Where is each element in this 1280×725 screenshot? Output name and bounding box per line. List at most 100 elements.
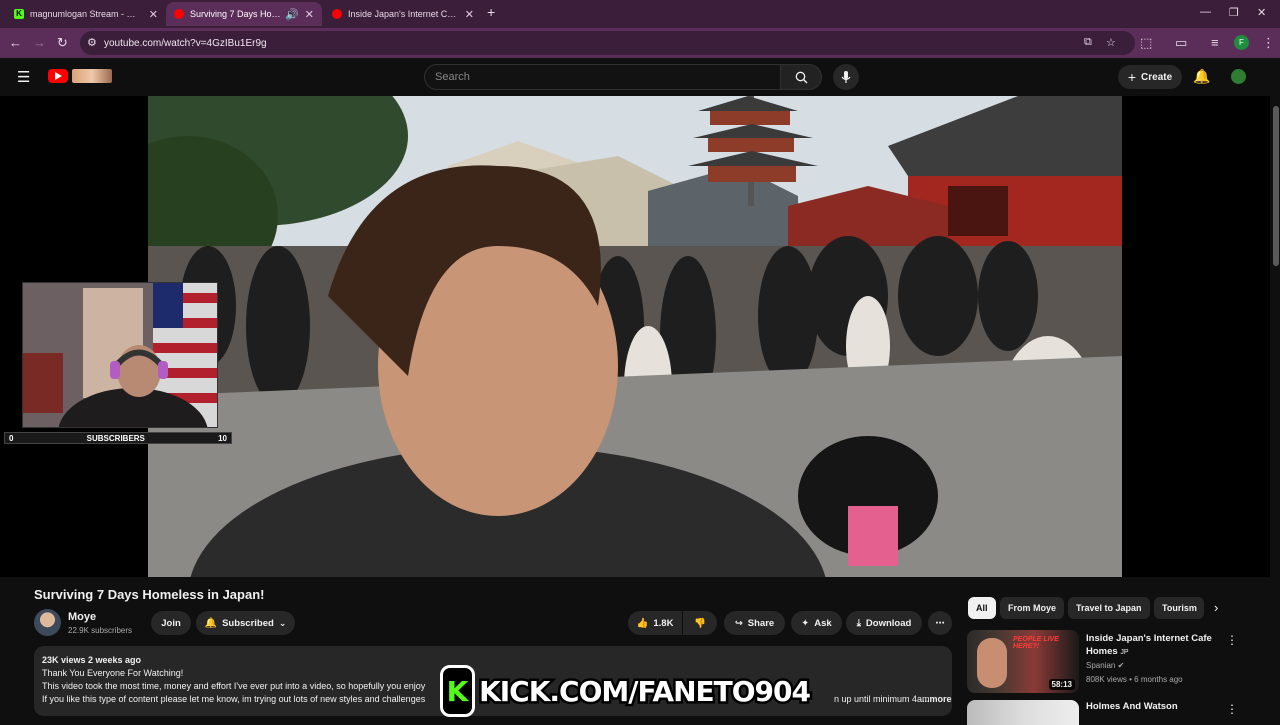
video-title: Surviving 7 Days Homeless in Japan!: [34, 587, 265, 602]
youtube-header: ☰ Search + Create 🔔: [0, 58, 1280, 96]
tab-title: Surviving 7 Days Homeless: [190, 9, 281, 19]
install-icon[interactable]: ⧉: [1084, 36, 1092, 49]
channel-name[interactable]: Moye: [68, 611, 96, 623]
share-label: Share: [747, 617, 775, 629]
chip-tourism[interactable]: Tourism: [1154, 597, 1204, 619]
recommended-video-title[interactable]: Inside Japan's Internet Cafe Homes JP: [1086, 632, 1216, 659]
account-avatar[interactable]: [1231, 69, 1246, 84]
streamer-webcam-overlay: [22, 282, 218, 428]
bell-icon: 🔔: [204, 617, 218, 629]
kick-favicon-icon: K: [14, 9, 24, 19]
browser-tab-bar: K magnumlogan Stream - Watch ✕ Surviving…: [0, 0, 1280, 28]
chevron-down-icon: ⌄: [278, 617, 287, 628]
like-button[interactable]: 👍 1.8K: [628, 611, 682, 635]
create-button[interactable]: + Create: [1118, 65, 1182, 89]
profile-avatar[interactable]: F: [1234, 35, 1249, 50]
create-label: Create: [1141, 71, 1173, 83]
subscriber-goal-bar: 0 SUBSCRIBERS 10: [4, 432, 232, 444]
minimize-icon[interactable]: —: [1200, 6, 1211, 18]
like-count: 1.8K: [653, 617, 674, 629]
more-horizontal-icon: ⋯: [935, 617, 945, 629]
restore-icon[interactable]: ❐: [1229, 6, 1239, 19]
recommended-channel[interactable]: Spanian ✔: [1086, 661, 1124, 670]
tab-title: Inside Japan's Internet Cafe Ho: [348, 9, 459, 19]
description-line-tail: n up until minimum 4am: [834, 694, 930, 704]
search-button[interactable]: [780, 64, 822, 90]
video-menu-icon[interactable]: ⋮: [1226, 633, 1238, 647]
channel-avatar[interactable]: [34, 609, 61, 636]
subscribed-label: Subscribed: [222, 617, 274, 629]
video-player[interactable]: 0 SUBSCRIBERS 10: [0, 96, 1270, 577]
browser-toolbar: ← → ↻ ⚙ youtube.com/watch?v=4GzIBu1Er9g …: [0, 28, 1280, 58]
more-actions-button[interactable]: ⋯: [928, 611, 952, 635]
recommended-meta: 808K views • 6 months ago: [1086, 675, 1183, 684]
search-icon: [795, 71, 807, 83]
description-line: If you like this type of content please …: [42, 694, 426, 704]
scrollbar-thumb[interactable]: [1273, 106, 1279, 266]
dislike-button[interactable]: 👎: [683, 611, 717, 635]
chip-travel-to-japan[interactable]: Travel to Japan: [1068, 597, 1150, 619]
page-scrollbar[interactable]: [1272, 96, 1280, 720]
kick-url-overlay: K KICK.COM/FANETO904: [440, 664, 813, 718]
search-input[interactable]: Search: [424, 64, 781, 90]
thumbs-down-icon: 👎: [694, 617, 706, 629]
youtube-favicon-icon: [332, 9, 342, 19]
cast-icon[interactable]: ▭: [1175, 35, 1187, 51]
kick-logo-icon: K: [440, 665, 476, 717]
browser-menu-icon[interactable]: ⋮: [1262, 35, 1275, 51]
more-link[interactable]: ...more: [922, 693, 952, 706]
new-tab-button[interactable]: +: [487, 4, 495, 20]
search-placeholder: Search: [435, 71, 470, 83]
browser-tab-surviving[interactable]: Surviving 7 Days Homeless 🔊 ✕: [166, 2, 322, 26]
close-window-icon[interactable]: ✕: [1257, 6, 1266, 19]
channel-subscribers: 22.9K subscribers: [68, 626, 133, 635]
youtube-logo-icon[interactable]: [48, 69, 68, 83]
verified-icon: ✔: [1117, 661, 1125, 670]
doodle-logo-icon[interactable]: [72, 69, 112, 83]
back-icon[interactable]: ←: [9, 35, 22, 50]
video-thumbnail[interactable]: [967, 700, 1079, 725]
video-frame[interactable]: [148, 96, 1122, 577]
title-badge: JP: [1120, 649, 1129, 656]
subs-goal-end: 10: [218, 433, 227, 443]
join-button[interactable]: Join: [151, 611, 191, 635]
youtube-favicon-icon: [174, 9, 184, 19]
share-button[interactable]: ↪ Share: [724, 611, 785, 635]
address-bar[interactable]: ⚙ youtube.com/watch?v=4GzIBu1Er9g ⧉ ☆: [80, 31, 1135, 55]
close-tab-icon[interactable]: ✕: [465, 8, 474, 21]
hamburger-menu-icon[interactable]: ☰: [17, 68, 30, 86]
browser-tab-inside-japan[interactable]: Inside Japan's Internet Cafe Ho ✕: [324, 2, 482, 26]
chevron-right-icon[interactable]: ›: [1214, 600, 1218, 615]
plus-icon: +: [1127, 69, 1137, 85]
address-url: youtube.com/watch?v=4GzIBu1Er9g: [104, 37, 267, 49]
video-menu-icon[interactable]: ⋮: [1226, 702, 1238, 716]
chip-from-moye[interactable]: From Moye: [1000, 597, 1065, 619]
webcam-image: [23, 283, 217, 427]
browser-tab-kick[interactable]: K magnumlogan Stream - Watch ✕: [6, 2, 166, 26]
recommended-title-text: Inside Japan's Internet Cafe Homes: [1086, 633, 1212, 657]
ask-button[interactable]: ✦ Ask: [791, 611, 842, 635]
thumbnail-text: PEOPLE LIVE HERE?!: [1013, 636, 1059, 650]
join-label: Join: [161, 617, 181, 629]
download-button[interactable]: ⤓ Download: [846, 611, 922, 635]
bookmark-star-icon[interactable]: ☆: [1106, 36, 1116, 49]
download-label: Download: [865, 617, 912, 629]
site-info-icon[interactable]: ⚙: [87, 36, 97, 49]
recommended-video-title[interactable]: Holmes And Watson: [1086, 701, 1178, 712]
recommended-channel-name: Spanian: [1086, 661, 1116, 670]
subscribed-button[interactable]: 🔔 Subscribed ⌄: [196, 611, 295, 635]
video-thumbnail[interactable]: PEOPLE LIVE HERE?! 58:13: [967, 630, 1079, 693]
close-tab-icon[interactable]: ✕: [149, 8, 158, 21]
forward-icon[interactable]: →: [33, 35, 46, 50]
notifications-bell-icon[interactable]: 🔔: [1193, 68, 1210, 85]
chip-all[interactable]: All: [968, 597, 996, 619]
reload-icon[interactable]: ↻: [57, 35, 68, 51]
sparkle-icon: ✦: [801, 617, 810, 629]
subs-goal-label: SUBSCRIBERS: [86, 433, 145, 443]
extensions-icon[interactable]: ⬚: [1140, 35, 1152, 51]
media-controls-icon[interactable]: ≡: [1211, 35, 1219, 50]
speaker-icon[interactable]: 🔊: [285, 8, 299, 21]
close-tab-icon[interactable]: ✕: [305, 8, 314, 21]
voice-search-button[interactable]: [833, 64, 859, 90]
subs-goal-start: 0: [9, 433, 14, 443]
